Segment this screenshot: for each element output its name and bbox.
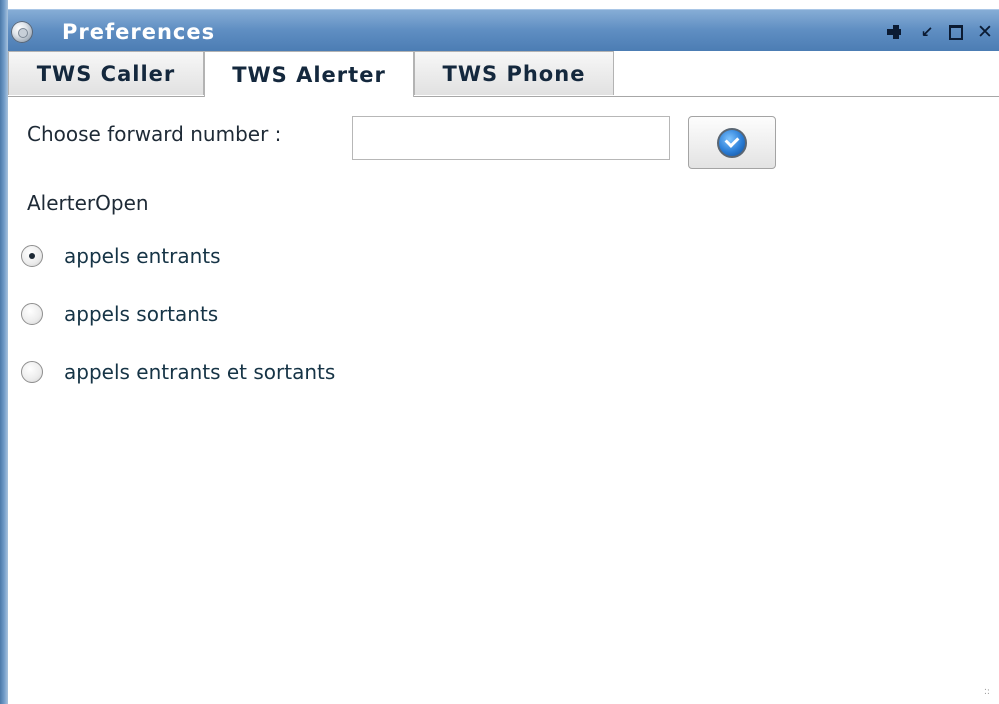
radio-option-both[interactable]: appels entrants et sortants [21,358,335,386]
window-title: Preferences [62,20,216,44]
title-bar[interactable]: Preferences ↙ ✕ [8,9,999,52]
radio-option-incoming[interactable]: appels entrants [21,242,221,270]
window-left-border [0,0,8,704]
check-icon [717,127,747,158]
minimize-icon[interactable]: ↙ [919,24,935,40]
tab-tws-caller[interactable]: TWS Caller [8,51,204,95]
gear-icon [11,21,33,43]
preferences-window: Preferences ↙ ✕ TWS Caller TWS Alerter T… [0,0,999,704]
radio-label: appels sortants [64,302,219,326]
radio-button[interactable] [21,303,43,325]
radio-label: appels entrants [64,244,221,268]
pin-icon[interactable] [886,24,902,40]
resize-grip-icon[interactable]: ..: [984,684,994,698]
tab-content: Choose forward number : AlerterOpen appe… [8,97,999,704]
radio-button[interactable] [21,245,43,267]
radio-option-outgoing[interactable]: appels sortants [21,300,218,328]
radio-button[interactable] [21,361,43,383]
tab-tws-alerter[interactable]: TWS Alerter [204,51,414,97]
close-icon[interactable]: ✕ [977,23,993,42]
confirm-button[interactable] [688,116,776,169]
forward-number-label: Choose forward number : [27,122,282,146]
tab-bar: TWS Caller TWS Alerter TWS Phone [8,51,999,97]
tab-tws-phone[interactable]: TWS Phone [414,51,614,95]
forward-number-input[interactable] [352,116,670,160]
maximize-icon[interactable] [948,24,964,40]
section-label: AlerterOpen [27,191,149,215]
radio-label: appels entrants et sortants [64,360,336,384]
